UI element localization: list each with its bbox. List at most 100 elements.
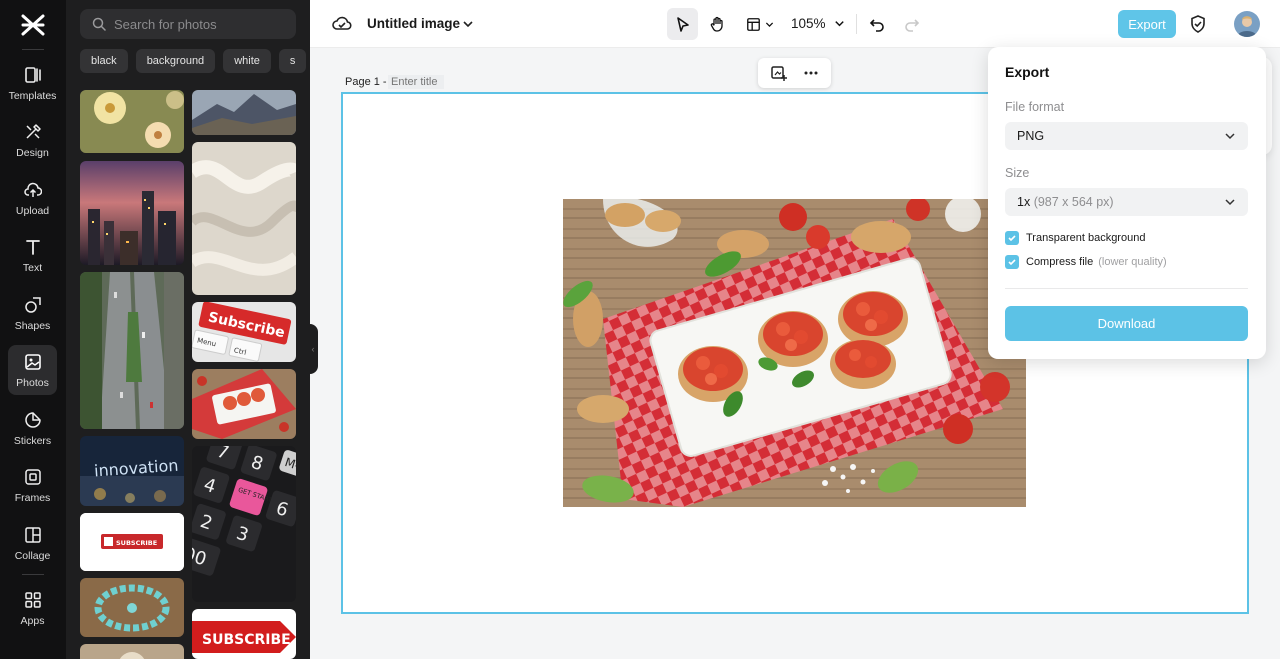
select-tool-button[interactable] xyxy=(667,8,698,40)
export-button[interactable]: Export xyxy=(1118,10,1176,38)
file-format-value: PNG xyxy=(1017,129,1045,143)
tag-chip[interactable]: white xyxy=(223,49,271,73)
photo-thumb-keyboard-subscribe[interactable]: Subscribe Menu Ctrl xyxy=(192,302,296,362)
photo-thumb-silk[interactable] xyxy=(192,142,296,295)
photo-thumb-city-night[interactable] xyxy=(80,161,184,265)
calculator-image: 7 8 M– 4 GET STARTED 6 2 3 00 xyxy=(192,446,296,602)
checkbox-checked-icon[interactable] xyxy=(1005,231,1019,245)
text-icon xyxy=(25,240,40,255)
subscribe-button-image: SUBSCRIBE xyxy=(80,513,184,571)
rail-item-photos[interactable]: Photos xyxy=(8,345,57,395)
rail-item-stickers[interactable]: Stickers xyxy=(8,403,57,453)
search-input[interactable] xyxy=(114,16,294,32)
rail-label: Collage xyxy=(14,550,51,562)
rail-divider xyxy=(22,49,44,50)
app-logo-icon[interactable] xyxy=(19,12,47,38)
bottom-thumb-image xyxy=(80,644,184,659)
page-label: Page 1 - xyxy=(345,76,387,88)
document-title[interactable]: Untitled image xyxy=(367,16,460,31)
cloud-save-icon[interactable] xyxy=(332,14,352,34)
aerial-road-image xyxy=(80,272,184,429)
file-format-label: File format xyxy=(1005,100,1065,114)
compress-file-checkbox[interactable]: Compress file (lower quality) xyxy=(1005,255,1167,269)
export-panel-title: Export xyxy=(1005,64,1050,80)
shield-icon[interactable] xyxy=(1188,14,1208,34)
rail-item-upload[interactable]: Upload xyxy=(8,173,57,223)
templates-icon xyxy=(24,67,41,83)
size-dimensions: (987 x 564 px) xyxy=(1033,195,1114,209)
photo-thumb-flowers[interactable] xyxy=(80,90,184,153)
size-value: 1x xyxy=(1017,195,1031,209)
stickers-icon xyxy=(24,412,41,428)
size-select[interactable]: 1x (987 x 564 px) xyxy=(1005,188,1248,216)
transparent-background-checkbox[interactable]: Transparent background xyxy=(1005,231,1145,245)
photo-thumb-stones[interactable] xyxy=(80,578,184,637)
flowers-image xyxy=(80,90,184,153)
zoom-level[interactable]: 105% xyxy=(791,16,826,31)
download-button[interactable]: Download xyxy=(1005,306,1248,341)
photo-thumb-bruschetta[interactable] xyxy=(192,369,296,439)
stones-image xyxy=(80,578,184,637)
canvas-photo-bruschetta[interactable] xyxy=(563,199,1026,507)
user-avatar[interactable] xyxy=(1234,11,1260,37)
rail-label: Design xyxy=(16,147,49,159)
collage-icon xyxy=(24,527,41,543)
rail-item-design[interactable]: Design xyxy=(8,115,57,165)
page-title-input[interactable] xyxy=(388,75,444,89)
panel-collapse-handle[interactable]: ‹ xyxy=(308,324,318,374)
top-bar: Untitled image 105% Export xyxy=(310,0,1280,48)
photo-thumb-mountains[interactable] xyxy=(192,90,296,135)
mountains-image xyxy=(192,90,296,135)
size-label: Size xyxy=(1005,166,1030,180)
more-options-icon[interactable] xyxy=(802,64,820,82)
photo-thumb-subscribe-button[interactable]: SUBSCRIBE xyxy=(80,513,184,571)
redo-button[interactable] xyxy=(898,8,924,40)
chevron-down-icon xyxy=(1225,133,1235,140)
rail-divider xyxy=(22,574,44,575)
rail-label: Stickers xyxy=(13,435,52,447)
rail-item-frames[interactable]: Frames xyxy=(8,460,57,510)
rail-item-apps[interactable]: Apps xyxy=(8,583,57,633)
export-divider xyxy=(1005,288,1248,289)
photo-thumb-aerial-road[interactable] xyxy=(80,272,184,429)
rail-label: Shapes xyxy=(14,320,51,332)
export-panel: Export File format PNG Size 1x (987 x 56… xyxy=(988,47,1266,359)
transparent-background-label: Transparent background xyxy=(1026,232,1146,244)
design-icon xyxy=(25,124,41,139)
rail-item-templates[interactable]: Templates xyxy=(8,58,57,108)
chevron-down-icon[interactable] xyxy=(461,17,475,31)
layout-icon xyxy=(746,17,760,31)
chevron-down-icon xyxy=(1225,199,1235,206)
rail-label: Photos xyxy=(16,377,49,389)
subscribe-banner-image: SUBSCRIBE xyxy=(192,609,296,659)
photo-thumb-calculator[interactable]: 7 8 M– 4 GET STARTED 6 2 3 00 xyxy=(192,446,296,602)
undo-button[interactable] xyxy=(864,8,890,40)
shapes-icon xyxy=(24,297,41,313)
cursor-icon xyxy=(677,16,689,32)
subscribe-banner-text: SUBSCRIBE xyxy=(202,632,291,648)
photo-search[interactable] xyxy=(80,9,296,39)
apps-icon xyxy=(24,592,41,608)
tag-chip[interactable]: black xyxy=(80,49,128,73)
rail-item-collage[interactable]: Collage xyxy=(8,518,57,568)
hand-tool-button[interactable] xyxy=(702,8,733,40)
tag-chip[interactable]: background xyxy=(135,49,216,73)
photo-thumb-subscribe-banner[interactable]: SUBSCRIBE xyxy=(192,609,296,659)
city-night-image xyxy=(80,161,184,265)
compress-file-note: (lower quality) xyxy=(1098,256,1167,268)
photo-thumb-innovation[interactable]: innovation xyxy=(80,436,184,506)
tag-chip[interactable]: s xyxy=(278,49,307,73)
file-format-select[interactable]: PNG xyxy=(1005,122,1248,150)
zoom-chevron-icon[interactable] xyxy=(833,17,846,30)
floating-toolbar xyxy=(758,58,831,88)
rail-item-shapes[interactable]: Shapes xyxy=(8,288,57,338)
rail-label: Apps xyxy=(20,615,45,627)
checkbox-checked-icon[interactable] xyxy=(1005,255,1019,269)
toolbar-divider xyxy=(856,14,857,34)
photo-thumb-bottom[interactable] xyxy=(80,644,184,659)
rail-item-text[interactable]: Text xyxy=(8,230,57,280)
chevron-left-icon: ‹ xyxy=(311,344,315,354)
layout-tool-button[interactable] xyxy=(740,8,780,40)
redo-icon xyxy=(904,18,919,32)
add-page-icon[interactable] xyxy=(770,64,788,82)
